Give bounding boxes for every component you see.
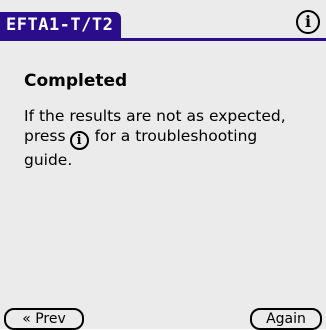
message-press-text: press — [24, 127, 66, 145]
message-line-2: press i for a troubleshooting — [24, 126, 320, 150]
title-bar: EFTA1-T/T2 i — [0, 0, 326, 44]
message-line-1: If the results are not as expected, — [24, 107, 286, 125]
inline-info-icon: i — [69, 131, 89, 150]
again-button[interactable]: Again — [250, 308, 322, 330]
status-message: If the results are not as expected, pres… — [24, 106, 320, 170]
app-screen: EFTA1-T/T2 i Completed If the results ar… — [0, 0, 326, 330]
prev-button[interactable]: « Prev — [4, 308, 84, 330]
message-line-3: guide. — [24, 151, 73, 169]
content-area: Completed If the results are not as expe… — [24, 70, 320, 170]
app-title: EFTA1-T/T2 — [0, 12, 122, 38]
status-heading: Completed — [24, 71, 128, 91]
title-underline — [0, 38, 326, 41]
info-icon[interactable]: i — [296, 10, 320, 34]
message-troubleshooting-text: for a troubleshooting — [94, 127, 258, 145]
